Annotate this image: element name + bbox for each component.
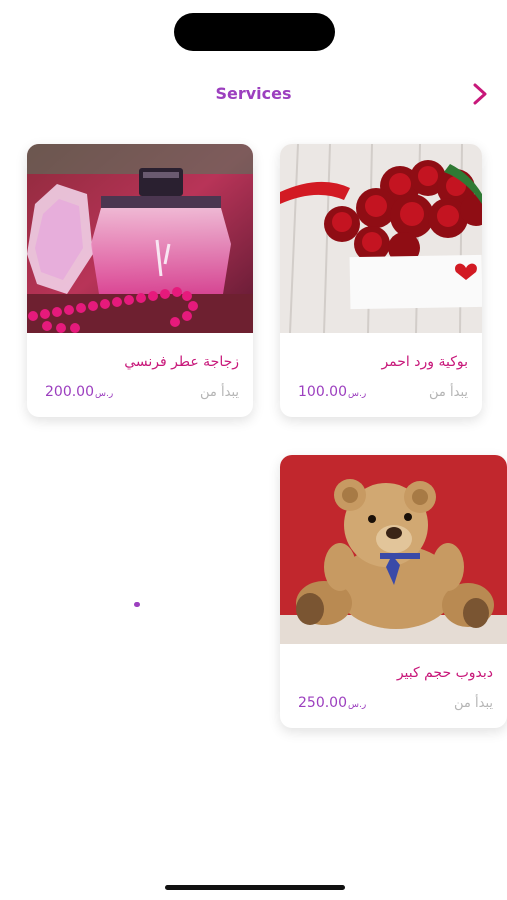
product-price: 200.00ر.س (45, 384, 113, 400)
red-roses-image (280, 144, 482, 333)
product-price: 100.00ر.س (298, 384, 366, 400)
price-from-label: يبدأ من (200, 385, 239, 400)
product-card-roses[interactable]: بوكية ورد احمر يبدأ من 100.00ر.س (280, 144, 482, 417)
teddy-bear-image (280, 455, 507, 644)
home-indicator[interactable] (165, 885, 345, 890)
chevron-right-icon (473, 83, 487, 105)
device-notch (174, 13, 335, 51)
app-header: Services (0, 72, 507, 116)
back-button[interactable] (466, 80, 494, 108)
price-from-label: يبدأ من (429, 385, 468, 400)
price-value: 200.00 (45, 384, 94, 400)
currency-label: ر.س (95, 389, 114, 399)
loading-dot (134, 602, 140, 607)
price-value: 100.00 (298, 384, 347, 400)
price-from-label: يبدأ من (454, 696, 493, 711)
product-name: زجاجة عطر فرنسي (124, 354, 239, 370)
currency-label: ر.س (348, 700, 367, 710)
perfume-bottle-image (27, 144, 253, 333)
product-price: 250.00ر.س (298, 695, 366, 711)
currency-label: ر.س (348, 389, 367, 399)
page-title: Services (215, 84, 292, 103)
product-card-perfume[interactable]: زجاجة عطر فرنسي يبدأ من 200.00ر.س (27, 144, 253, 417)
price-value: 250.00 (298, 695, 347, 711)
product-name: دبدوب حجم كبير (396, 665, 493, 681)
product-card-teddy[interactable]: دبدوب حجم كبير يبدأ من 250.00ر.س (280, 455, 507, 728)
product-name: بوكية ورد احمر (381, 354, 468, 370)
